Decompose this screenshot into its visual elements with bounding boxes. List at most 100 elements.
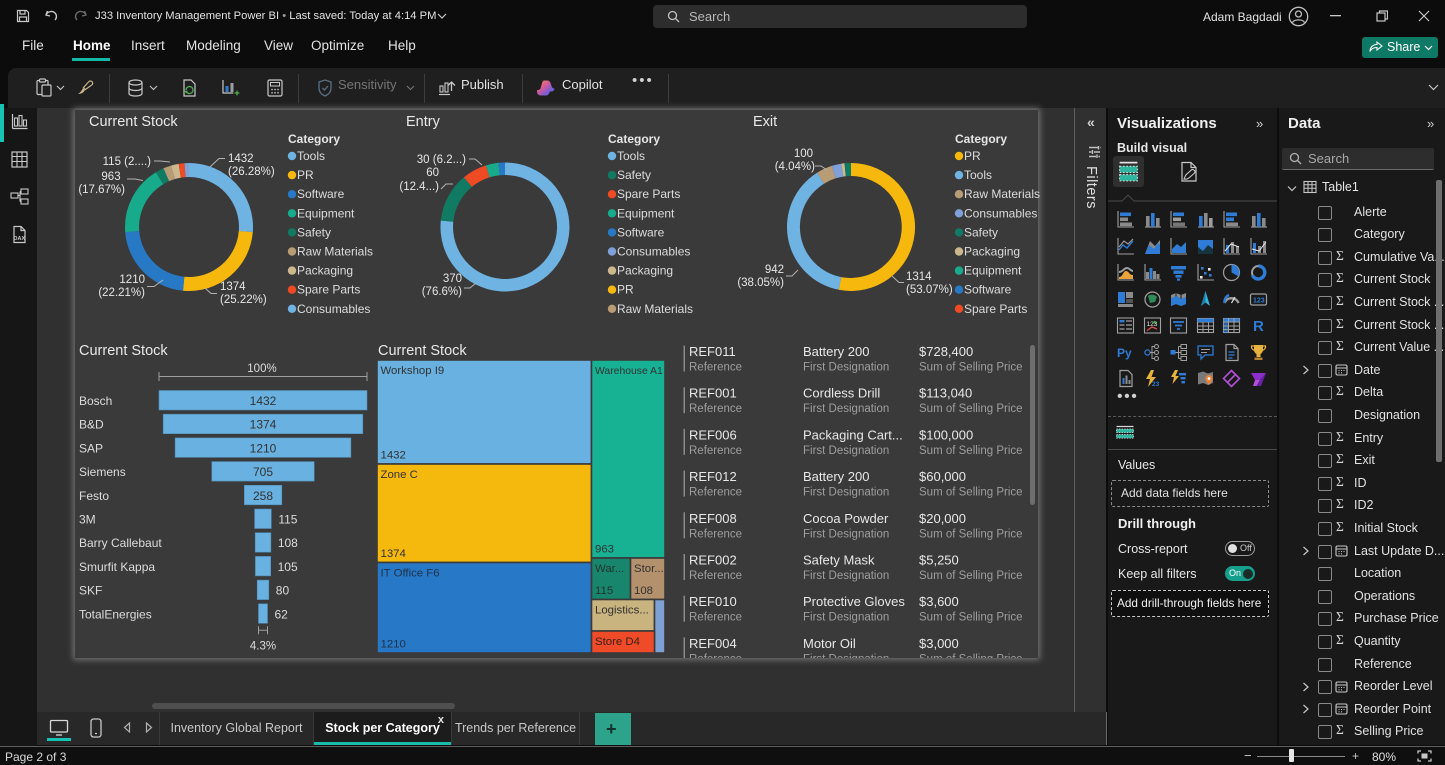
svg-text:Sum of Selling Price: Sum of Selling Price: [919, 403, 1023, 415]
svg-text:Py: Py: [1117, 346, 1132, 360]
svg-text:(17.67%): (17.67%): [78, 184, 125, 196]
svg-text:PR: PR: [964, 149, 981, 163]
svg-text:115: 115: [278, 513, 297, 527]
svg-text:REF006: REF006: [689, 427, 737, 442]
svg-text:(25.22%): (25.22%): [220, 294, 267, 306]
svg-text:Sum of Selling Price: Sum of Selling Price: [919, 528, 1023, 540]
svg-text:1210: 1210: [119, 274, 145, 286]
svg-text:(53.07%): (53.07%): [906, 284, 953, 296]
svg-text:963: 963: [101, 171, 120, 183]
svg-text:$100,000: $100,000: [919, 427, 973, 442]
svg-text:105: 105: [278, 560, 298, 574]
svg-text:Zone C: Zone C: [381, 469, 418, 481]
svg-text:(22.21%): (22.21%): [98, 287, 145, 299]
svg-text:Raw Materials: Raw Materials: [297, 245, 373, 259]
svg-text:PR: PR: [297, 168, 314, 182]
svg-text:R: R: [1253, 318, 1264, 335]
svg-text:30 (6.2...): 30 (6.2...): [417, 154, 466, 166]
svg-text:Store D4: Store D4: [595, 636, 640, 648]
svg-text:108: 108: [634, 585, 653, 597]
svg-text:B&D: B&D: [79, 418, 104, 432]
svg-text:Reference: Reference: [689, 403, 742, 415]
svg-text:1432: 1432: [381, 450, 406, 462]
svg-text:1210: 1210: [250, 441, 277, 455]
svg-text:Safety: Safety: [297, 225, 331, 239]
svg-text:$113,040: $113,040: [919, 386, 972, 401]
svg-text:Exit: Exit: [753, 114, 777, 130]
svg-text:Reference: Reference: [689, 487, 742, 499]
svg-text:Reference: Reference: [689, 653, 742, 658]
svg-text:Battery 200: Battery 200: [803, 344, 870, 359]
svg-text:Cocoa Powder: Cocoa Powder: [803, 511, 889, 526]
svg-text:705: 705: [253, 465, 273, 479]
svg-text:Consumables: Consumables: [617, 245, 690, 259]
svg-text:(38.05%): (38.05%): [737, 277, 784, 289]
svg-text:Equipment: Equipment: [297, 206, 355, 220]
svg-text:REF012: REF012: [689, 469, 737, 484]
svg-text:Bosch: Bosch: [79, 394, 112, 408]
svg-text:PR: PR: [617, 283, 634, 297]
svg-text:$3,600: $3,600: [919, 594, 959, 609]
svg-text:Packaging: Packaging: [297, 264, 353, 278]
svg-text:Reference: Reference: [689, 528, 742, 540]
svg-text:SAP: SAP: [79, 441, 103, 455]
svg-text:Software: Software: [617, 225, 665, 239]
svg-text:Spare Parts: Spare Parts: [297, 283, 360, 297]
svg-text:Category: Category: [608, 132, 660, 146]
svg-text:(4.04%): (4.04%): [775, 161, 815, 173]
svg-text:115 (2....): 115 (2....): [103, 156, 152, 168]
svg-text:First Designation: First Designation: [803, 445, 889, 457]
svg-text:4.3%: 4.3%: [250, 640, 276, 652]
svg-text:REF011: REF011: [689, 344, 736, 359]
svg-text:1374: 1374: [220, 281, 246, 293]
svg-text:942: 942: [765, 264, 784, 276]
svg-text:Sum of Selling Price: Sum of Selling Price: [919, 570, 1023, 582]
svg-text:Packaging Cart...: Packaging Cart...: [803, 427, 903, 442]
svg-text:Cordless Drill: Cordless Drill: [803, 386, 880, 401]
svg-text:Spare Parts: Spare Parts: [617, 187, 680, 201]
svg-text:Sum of Selling Price: Sum of Selling Price: [919, 362, 1023, 374]
svg-text:First Designation: First Designation: [803, 653, 889, 658]
svg-text:1314: 1314: [906, 271, 932, 283]
svg-text:Current Stock: Current Stock: [79, 343, 168, 359]
svg-text:Reference: Reference: [689, 570, 742, 582]
svg-text:Reference: Reference: [689, 445, 742, 457]
svg-text:War...: War...: [595, 563, 624, 575]
svg-text:Protective Gloves: Protective Gloves: [803, 594, 905, 609]
svg-text:(26.28%): (26.28%): [228, 166, 275, 178]
svg-text:1374: 1374: [381, 548, 406, 560]
svg-text:123: 123: [1253, 297, 1265, 304]
svg-text:100: 100: [794, 148, 813, 160]
svg-text:REF004: REF004: [689, 636, 737, 651]
svg-text:Current Stock: Current Stock: [89, 114, 178, 130]
svg-text:Current Stock: Current Stock: [378, 343, 467, 359]
svg-text:Reference: Reference: [689, 612, 742, 624]
svg-text:258: 258: [253, 489, 273, 503]
svg-text:Siemens: Siemens: [79, 465, 126, 479]
svg-text:$20,000: $20,000: [919, 511, 966, 526]
svg-text:3M: 3M: [79, 513, 96, 527]
svg-text:62: 62: [275, 607, 289, 621]
svg-text:Packaging: Packaging: [617, 264, 673, 278]
svg-text:First Designation: First Designation: [803, 403, 889, 415]
svg-text:Consumables: Consumables: [297, 302, 370, 316]
svg-text:Raw Materials: Raw Materials: [617, 302, 693, 316]
svg-text:Raw Materials: Raw Materials: [964, 187, 1040, 201]
svg-text:Consumables: Consumables: [964, 206, 1037, 220]
svg-text:Battery 200: Battery 200: [803, 469, 870, 484]
svg-text:1210: 1210: [381, 639, 406, 651]
svg-text:Warehouse A1: Warehouse A1: [595, 366, 663, 377]
svg-text:$60,000: $60,000: [919, 469, 966, 484]
svg-text:First Designation: First Designation: [803, 487, 889, 499]
svg-text:100%: 100%: [247, 363, 276, 375]
svg-text:60: 60: [426, 167, 439, 179]
svg-text:Sum of Selling Price: Sum of Selling Price: [919, 612, 1023, 624]
svg-text:$3,000: $3,000: [919, 636, 959, 651]
svg-text:First Designation: First Designation: [803, 570, 889, 582]
svg-text:Tools: Tools: [964, 168, 992, 182]
svg-text:Software: Software: [964, 283, 1012, 297]
svg-text:$5,250: $5,250: [919, 553, 959, 568]
svg-text:Logistics...: Logistics...: [595, 605, 649, 617]
svg-text:TotalEnergies: TotalEnergies: [79, 607, 152, 621]
svg-text:1432: 1432: [250, 394, 277, 408]
